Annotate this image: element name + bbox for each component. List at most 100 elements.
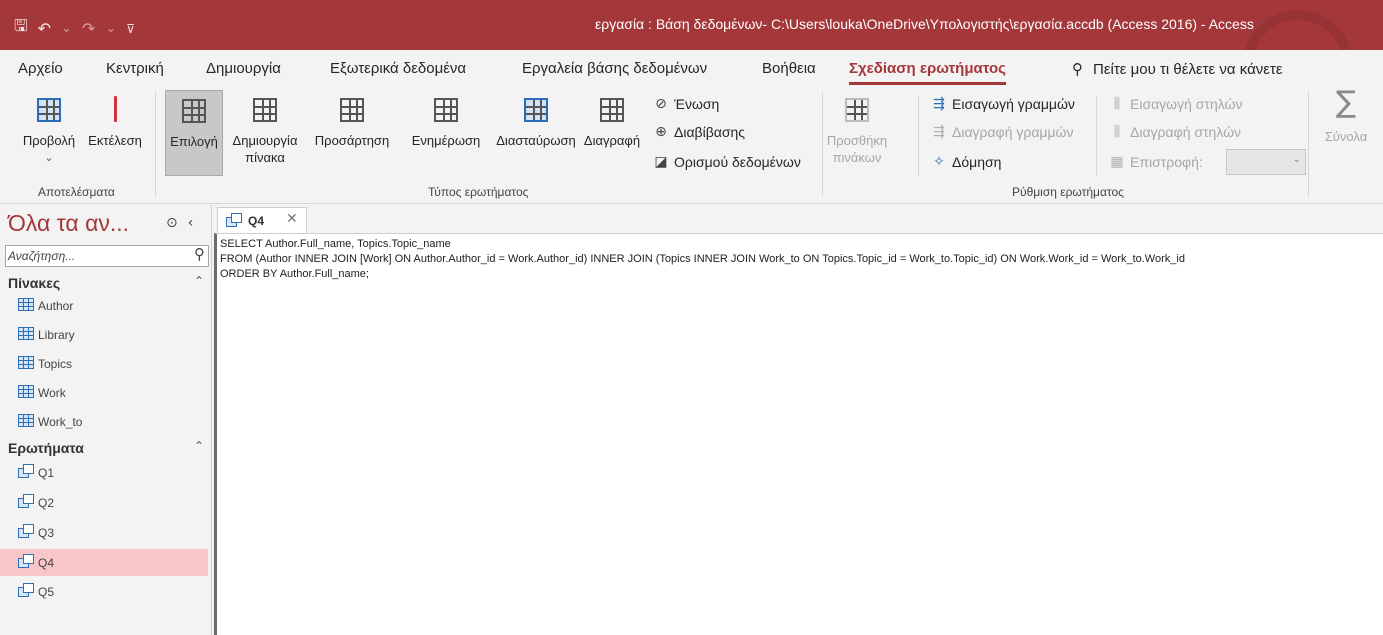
tell-me-box[interactable]: ⚲ Πείτε μου τι θέλετε να κάνετε [1072,60,1283,78]
sigma-icon: ∑ [1335,85,1357,120]
show-table-button[interactable]: Προσθήκη πινάκων [826,94,888,166]
close-icon[interactable]: ✕ [286,211,298,227]
pass-through-button[interactable]: ⊕ Διαβίβασης [652,124,745,140]
data-definition-icon: ◪ [654,154,668,170]
query-icon [226,213,242,228]
show-table-icon [845,98,869,122]
undo-dropdown-icon[interactable]: ⌄ [61,21,72,36]
chevron-up-icon[interactable]: ⌃ [194,439,204,453]
builder-button[interactable]: ✧ Δόμηση [930,154,1001,170]
search-icon: ⚲ [1072,60,1083,78]
query-icon [18,494,34,509]
delete-columns-button[interactable]: ⫼ Διαγραφή στηλών [1108,124,1241,140]
ribbon-divider [1096,96,1097,176]
nav-table-topics[interactable]: Topics [0,350,208,377]
query-icon [18,554,34,569]
delete-query-button[interactable]: Διαγραφή [578,94,646,149]
navigation-pane: Όλα τα αν... ⊙ ‹ Αναζήτηση... ⚲ Πίνακες … [0,205,212,635]
crosstab-button[interactable]: Διασταύρωση [494,94,578,149]
tab-file[interactable]: Αρχείο [18,60,63,77]
title-decoration [1213,0,1363,50]
search-placeholder: Αναζήτηση... [8,249,76,263]
tab-create[interactable]: Δημιουργία [206,60,281,77]
ribbon-divider [918,96,919,176]
table-icon [18,298,34,311]
nav-query-q5[interactable]: Q5 [0,578,208,605]
view-button[interactable]: Προβολή ⌄ [16,94,82,166]
delete-rows-button[interactable]: ⇶ Διαγραφή γραμμών [930,124,1073,140]
nav-table-work-to[interactable]: Work_to [0,408,208,435]
make-table-icon [253,98,277,122]
window-title: εργασία : Βάση δεδομένων- C:\Users\louka… [595,16,1254,32]
tables-section-header[interactable]: Πίνακες ⌃ [8,274,204,291]
queries-section-header[interactable]: Ερωτήματα ⌃ [8,439,204,456]
tab-query-design[interactable]: Σχεδίαση ερωτήματος [849,60,1006,85]
document-tab-q4[interactable]: Q4 ✕ [217,207,307,233]
data-definition-button[interactable]: ◪ Ορισμού δεδομένων [652,154,800,170]
totals-button[interactable]: ∑ Σύνολα [1316,88,1376,145]
nav-pane-title[interactable]: Όλα τα αν... [8,210,129,237]
tell-me-text: Πείτε μου τι θέλετε να κάνετε [1093,60,1283,78]
nav-table-work[interactable]: Work [0,379,208,406]
insert-columns-icon: ⫼ [1113,96,1121,112]
table-icon [18,414,34,427]
search-icon[interactable]: ⚲ [194,245,205,263]
nav-query-q2[interactable]: Q2 [0,489,208,516]
insert-rows-icon: ⇶ [933,96,945,112]
nav-query-q1[interactable]: Q1 [0,459,208,486]
tab-external-data[interactable]: Εξωτερικά δεδομένα [330,60,466,77]
collapse-pane-icon[interactable]: ‹ [188,215,194,231]
nav-table-author[interactable]: Author [0,292,208,319]
customize-qat-icon[interactable]: ⊽ [126,22,135,36]
nav-menu-chevron-icon[interactable]: ⊙ [166,215,178,231]
delete-query-icon [600,98,624,122]
append-icon [340,98,364,122]
redo-icon[interactable]: ↷ [82,19,95,38]
table-icon [18,385,34,398]
quick-access-toolbar: 🖫 ↶ ⌄ ↷ ⌄ ⊽ [14,15,135,42]
nav-table-library[interactable]: Library [0,321,208,348]
make-table-button[interactable]: Δημιουργία πίνακα [224,94,306,166]
nav-query-q4[interactable]: Q4 [0,549,208,576]
nav-search-input[interactable]: Αναζήτηση... ⚲ [5,245,209,267]
table-icon [18,356,34,369]
undo-icon[interactable]: ↶ [38,19,51,38]
run-icon [113,96,117,122]
insert-rows-button[interactable]: ⇶ Εισαγωγή γραμμών [930,96,1075,112]
select-query-button[interactable]: Επιλογή [165,90,223,176]
tab-help[interactable]: Βοήθεια [762,60,816,77]
redo-dropdown-icon[interactable]: ⌄ [105,21,116,36]
return-label: ▦ Επιστροφή: [1108,154,1202,170]
ribbon-divider [822,92,823,196]
ribbon-divider [155,92,156,196]
group-label-results: Αποτελέσματα [38,185,115,199]
save-icon[interactable]: 🖫 [14,15,28,42]
chevron-up-icon[interactable]: ⌃ [194,274,204,288]
delete-rows-icon: ⇶ [933,124,945,140]
update-button[interactable]: Ενημέρωση [398,94,494,149]
tab-database-tools[interactable]: Εργαλεία βάσης δεδομένων [522,60,707,77]
run-button[interactable]: Εκτέλεση [82,94,148,149]
delete-columns-icon: ⫼ [1113,124,1121,140]
query-icon [18,464,34,479]
datasheet-view-icon [37,98,61,122]
document-area: Q4 ✕ SELECT Author.Full_name, Topics.Top… [213,205,1383,635]
append-button[interactable]: Προσάρτηση [306,94,398,149]
chevron-down-icon: ⌄ [44,151,54,164]
table-icon [18,327,34,340]
query-icon [18,583,34,598]
title-bar: 🖫 ↶ ⌄ ↷ ⌄ ⊽ εργασία : Βάση δεδομένων- C:… [0,0,1383,50]
sql-editor[interactable]: SELECT Author.Full_name, Topics.Topic_na… [214,233,1383,635]
nav-pane-controls: ⊙ ‹ [166,215,193,231]
group-label-query-setup: Ρύθμιση ερωτήματος [1012,185,1124,199]
insert-columns-button[interactable]: ⫼ Εισαγωγή στηλών [1108,96,1243,112]
return-combobox[interactable]: ⌄ [1226,149,1306,175]
union-button[interactable]: ⊘ Ένωση [652,96,719,112]
builder-wand-icon: ✧ [933,154,945,170]
sql-line: ORDER BY Author.Full_name; [220,268,369,280]
tab-home[interactable]: Κεντρική [106,60,164,77]
nav-query-q3[interactable]: Q3 [0,519,208,546]
select-query-icon [182,99,206,123]
update-icon [434,98,458,122]
chevron-down-icon: ⌄ [1292,154,1301,165]
